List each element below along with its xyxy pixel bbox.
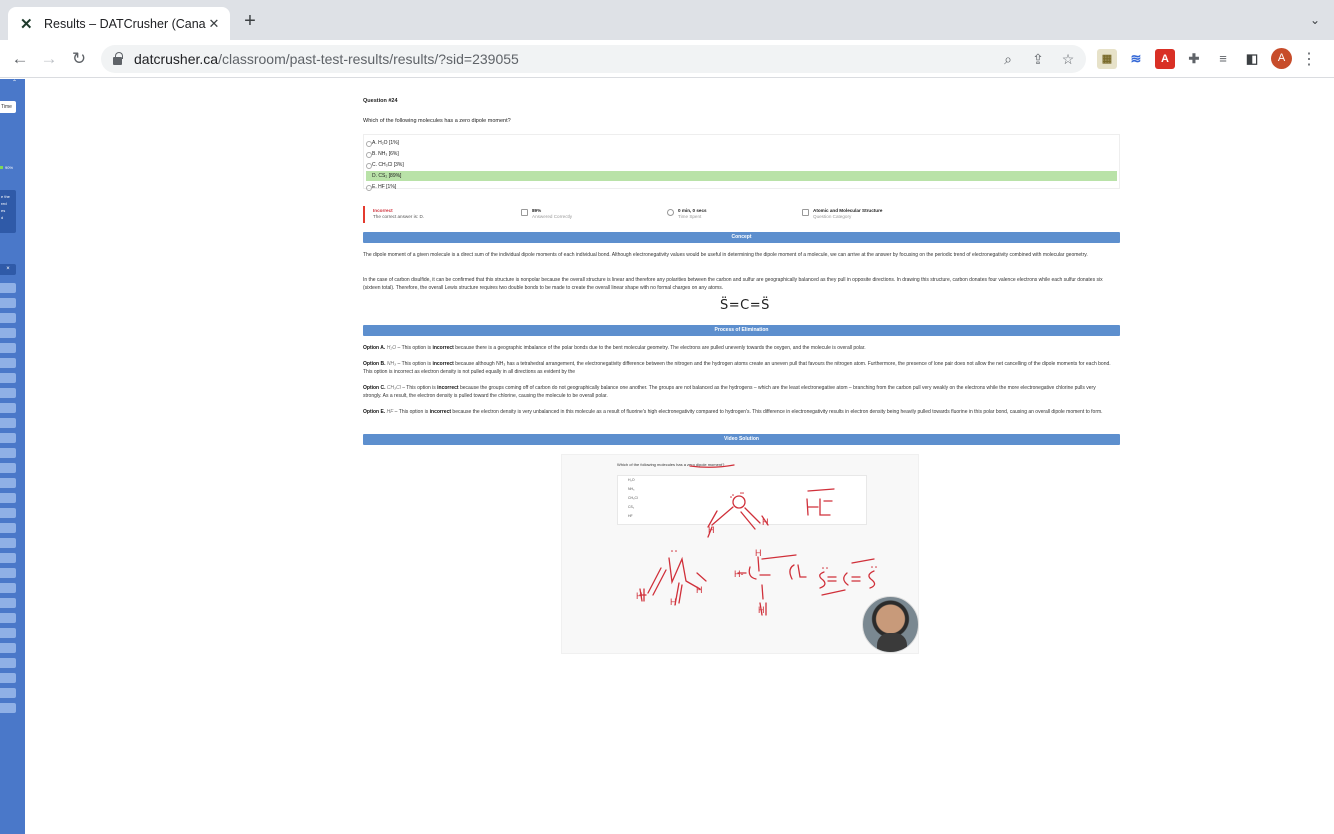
question-category-stat: Atomic and Molecular Structure Question … xyxy=(802,208,882,220)
share-icon[interactable]: ⇪ xyxy=(1030,50,1046,68)
answered-correctly-stat: 89% Answered Correctly xyxy=(521,208,572,220)
question-nav-item[interactable] xyxy=(0,688,16,698)
question-nav-item[interactable] xyxy=(0,493,16,503)
video-solution-header: Video Solution xyxy=(363,434,1120,445)
left-sidebar: ⌃ Time 90% e the red es d × xyxy=(0,79,25,834)
calculator-extension-icon[interactable]: ▦ xyxy=(1097,48,1117,69)
reload-button[interactable]: ↻ xyxy=(68,48,90,70)
svg-text:H: H xyxy=(755,548,762,558)
question-nav-item[interactable] xyxy=(0,343,16,353)
bookmark-star-icon[interactable]: ☆ xyxy=(1060,50,1076,68)
question-nav-item[interactable] xyxy=(0,703,16,713)
question-nav-item[interactable] xyxy=(0,298,16,308)
svg-text:H: H xyxy=(708,525,715,535)
side-panel-icon[interactable]: ◧ xyxy=(1242,48,1262,69)
collapse-chevron-icon[interactable]: ⌃ xyxy=(0,79,25,93)
question-nav-item[interactable] xyxy=(0,283,16,293)
waveform-extension-icon[interactable]: ≋ xyxy=(1126,48,1146,69)
browser-tab[interactable]: ✕ Results – DATCrusher (Canadia ✕ xyxy=(8,7,230,40)
sidebar-close-button[interactable]: × xyxy=(0,264,16,275)
forward-button[interactable]: → xyxy=(38,48,60,70)
answer-choice[interactable]: C. CH₃Cl [3%] xyxy=(366,160,1117,170)
elimination-option-2: Option B. NH₃ – This option is incorrect… xyxy=(363,361,1111,375)
close-tab-icon[interactable]: ✕ xyxy=(206,16,222,32)
result-status: Incorrect The correct answer is: D. xyxy=(373,208,425,219)
question-nav-item[interactable] xyxy=(0,328,16,338)
question-nav-item[interactable] xyxy=(0,388,16,398)
elimination-header: Process of Elimination xyxy=(363,325,1120,336)
zoom-icon[interactable]: ⌕ xyxy=(1000,50,1016,68)
elimination-option-4: Option E. HF – This option is incorrect … xyxy=(363,409,1103,415)
concept-header: Concept xyxy=(363,232,1120,243)
question-nav-item[interactable] xyxy=(0,583,16,593)
time-label: Time xyxy=(0,101,16,113)
question-nav-item[interactable] xyxy=(0,598,16,608)
question-nav-item[interactable] xyxy=(0,553,16,563)
question-nav-item[interactable] xyxy=(0,508,16,518)
bar-chart-icon xyxy=(521,209,528,216)
tab-strip: ✕ Results – DATCrusher (Canadia ✕ + ⌄ xyxy=(0,0,1334,40)
question-nav-item[interactable] xyxy=(0,448,16,458)
question-nav-item[interactable] xyxy=(0,478,16,488)
back-button[interactable]: ← xyxy=(9,48,31,70)
answer-choice[interactable]: E. HF [1%] xyxy=(366,182,1117,192)
presenter-webcam-avatar xyxy=(862,596,919,653)
video-solution-player[interactable]: Which of the following molecules has a z… xyxy=(561,454,919,654)
url-text: datcrusher.ca/classroom/past-test-result… xyxy=(134,51,519,67)
pdf-extension-icon[interactable]: A xyxy=(1155,48,1175,69)
result-stats: Incorrect The correct answer is: D. 89% … xyxy=(363,206,1120,223)
svg-text:H: H xyxy=(696,585,703,595)
elimination-option-1: Option A. H₂O – This option is incorrect… xyxy=(363,345,866,351)
tab-search-chevron-icon[interactable]: ⌄ xyxy=(1310,13,1320,27)
svg-text:H: H xyxy=(636,591,643,601)
question-nav-item[interactable] xyxy=(0,418,16,428)
concept-paragraph-2: In the case of carbon disulfide, it can … xyxy=(363,277,1103,291)
concept-paragraph-1: The dipole moment of a given molecule is… xyxy=(363,252,1088,258)
browser-menu-icon[interactable]: ⋮ xyxy=(1301,49,1317,69)
svg-text:H: H xyxy=(670,597,677,607)
svg-text:H: H xyxy=(758,605,765,615)
question-navigator xyxy=(0,283,16,718)
question-nav-item[interactable] xyxy=(0,628,16,638)
question-text: Which of the following molecules has a z… xyxy=(363,118,511,124)
lewis-structure: S̈=C=S̈ xyxy=(720,298,770,313)
question-nav-item[interactable] xyxy=(0,643,16,653)
svg-text:H: H xyxy=(762,517,769,527)
extensions-puzzle-icon[interactable]: ✚ xyxy=(1184,48,1204,69)
reading-list-icon[interactable]: ≡ xyxy=(1213,48,1233,69)
question-nav-item[interactable] xyxy=(0,433,16,443)
calendar-icon xyxy=(802,209,809,216)
question-nav-item[interactable] xyxy=(0,568,16,578)
new-tab-button[interactable]: + xyxy=(241,11,259,31)
clock-icon xyxy=(667,209,674,216)
datcrusher-favicon-icon: ✕ xyxy=(20,15,33,33)
question-nav-item[interactable] xyxy=(0,523,16,533)
question-nav-item[interactable] xyxy=(0,373,16,383)
profile-avatar[interactable]: A xyxy=(1271,48,1292,69)
address-bar[interactable]: datcrusher.ca/classroom/past-test-result… xyxy=(101,45,1086,73)
answer-choice[interactable]: A. H₂O [1%] xyxy=(366,138,1117,148)
answer-choices: A. H₂O [1%] B. NH₃ [6%] C. CH₃Cl [3%] D. CS… xyxy=(363,134,1120,192)
answer-choice[interactable]: D. CS₂ [89%] xyxy=(366,171,1117,181)
question-nav-item[interactable] xyxy=(0,403,16,413)
tab-title: Results – DATCrusher (Canadia xyxy=(44,16,206,31)
question-nav-item[interactable] xyxy=(0,538,16,548)
question-nav-item[interactable] xyxy=(0,658,16,668)
score-percent: 90% xyxy=(0,165,13,170)
question-number: Question #24 xyxy=(363,98,398,104)
svg-text:H-: H- xyxy=(734,569,744,579)
time-spent-stat: 0 min, 0 secs Time Spent xyxy=(667,208,707,220)
question-nav-item[interactable] xyxy=(0,358,16,368)
browser-toolbar: ← → ↻ datcrusher.ca/classroom/past-test-… xyxy=(0,40,1334,78)
lock-icon[interactable] xyxy=(113,52,123,65)
question-nav-item[interactable] xyxy=(0,313,16,323)
question-nav-item[interactable] xyxy=(0,463,16,473)
answer-choice[interactable]: B. NH₃ [6%] xyxy=(366,149,1117,159)
question-nav-item[interactable] xyxy=(0,673,16,683)
elimination-option-3: Option C. CH₃Cl – This option is incorre… xyxy=(363,385,1096,399)
question-nav-item[interactable] xyxy=(0,613,16,623)
sidebar-info-box: e the red es d xyxy=(0,190,16,233)
